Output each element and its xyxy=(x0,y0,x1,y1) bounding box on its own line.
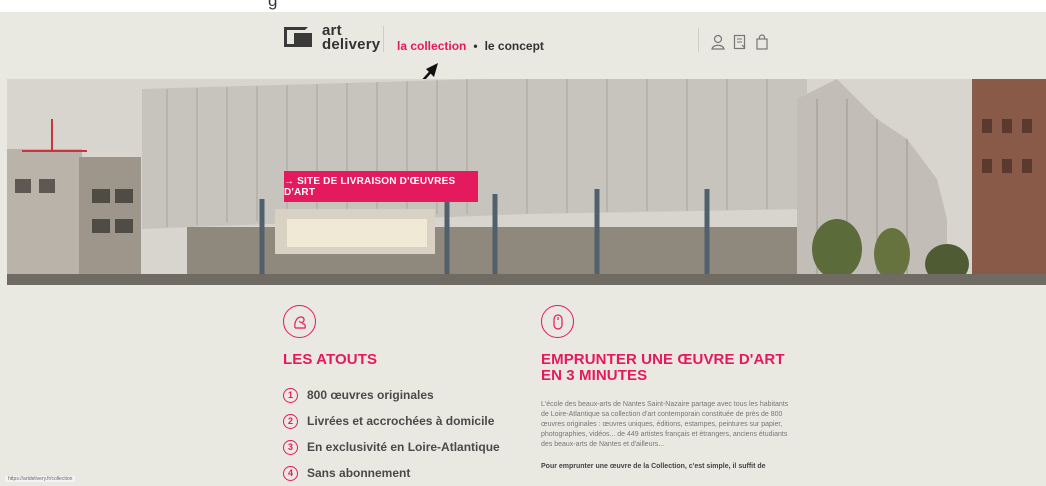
bag-icon[interactable] xyxy=(754,34,770,50)
emprunter-title: EMPRUNTER UNE ŒUVRE D'ART EN 3 MINUTES xyxy=(541,352,791,384)
nav-separator: • xyxy=(473,39,478,53)
item-label: Livrées et accrochées à domicile xyxy=(307,414,495,428)
hero-building-image xyxy=(7,79,1046,285)
list-item: 4 Sans abonnement xyxy=(283,460,513,486)
list-item: 1 800 œuvres originales xyxy=(283,382,513,408)
item-label: En exclusivité en Loire-Atlantique xyxy=(307,440,500,454)
atouts-title: LES ATOUTS xyxy=(283,351,378,368)
mouse-icon xyxy=(541,305,574,338)
nav-la-collection[interactable]: la collection xyxy=(397,39,466,53)
atouts-list: 1 800 œuvres originales 2 Livrées et acc… xyxy=(283,382,513,486)
nav-le-concept[interactable]: le concept xyxy=(485,39,544,53)
document-icon[interactable] xyxy=(732,34,748,50)
cropped-title-text: g xyxy=(268,0,278,10)
atouts-section: LES ATOUTS 1 800 œuvres originales 2 Liv… xyxy=(283,305,513,486)
main-nav: la collection • le concept xyxy=(397,39,544,53)
status-bar-url: https://artdelivery.fr/collection xyxy=(5,476,76,482)
emprunter-title-line1: EMPRUNTER UNE ŒUVRE D'ART xyxy=(541,351,785,368)
emprunter-paragraph-2: Pour emprunter une œuvre de la Collectio… xyxy=(541,463,766,470)
item-number: 1 xyxy=(283,387,298,403)
emprunter-title-line2: EN 3 MINUTES xyxy=(541,367,648,384)
logo-mark-icon xyxy=(284,27,314,49)
item-label: Sans abonnement xyxy=(307,466,411,480)
arm-muscle-icon xyxy=(283,305,316,338)
browser-top-strip: g xyxy=(0,0,1046,12)
logo-text: art delivery xyxy=(322,23,381,53)
site-header: art delivery la collection • le concept xyxy=(0,12,1046,78)
item-number: 3 xyxy=(283,439,298,455)
icons-divider xyxy=(698,28,699,52)
logo-line2: delivery xyxy=(322,36,381,53)
header-divider xyxy=(383,26,384,52)
list-item: 3 En exclusivité en Loire-Atlantique xyxy=(283,434,513,460)
hero-banner: → SITE DE LIVRAISON D'ŒUVRES D'ART xyxy=(7,79,1046,285)
item-label: 800 œuvres originales xyxy=(307,388,434,402)
emprunter-paragraph: L'école des beaux-arts de Nantes Saint-N… xyxy=(541,401,789,448)
user-icon[interactable] xyxy=(710,34,726,50)
emprunter-section: EMPRUNTER UNE ŒUVRE D'ART EN 3 MINUTES L… xyxy=(541,305,791,472)
item-number: 4 xyxy=(283,465,298,481)
delivery-site-button[interactable]: → SITE DE LIVRAISON D'ŒUVRES D'ART xyxy=(284,171,478,202)
list-item: 2 Livrées et accrochées à domicile xyxy=(283,408,513,434)
header-icons xyxy=(710,34,770,50)
site-logo[interactable]: art delivery xyxy=(284,23,381,53)
item-number: 2 xyxy=(283,413,298,429)
